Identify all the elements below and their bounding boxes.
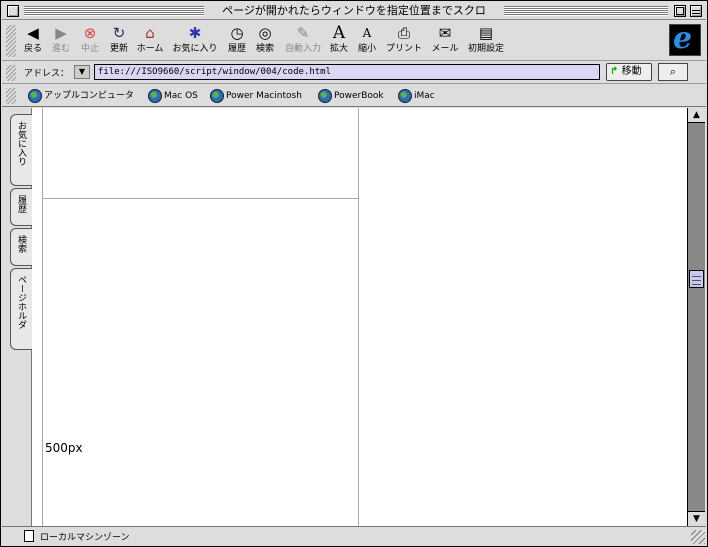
- content-divider: [43, 198, 359, 199]
- security-zone-text: ローカルマシンゾーン: [40, 533, 130, 543]
- text-smaller-icon: A: [362, 26, 372, 40]
- title-stripes-left: [24, 6, 204, 16]
- go-button[interactable]: ↱ 移動: [606, 63, 652, 81]
- favorites-icon: ✱: [188, 24, 202, 42]
- back-button[interactable]: ◀ 戻る: [20, 23, 46, 59]
- side-tab-history[interactable]: 履歴: [10, 188, 32, 226]
- larger-text-button[interactable]: A 拡大: [328, 23, 350, 59]
- globe-icon: [398, 88, 412, 103]
- stop-icon: ⊗: [83, 24, 97, 42]
- window-title: ページが開かれたらウィンドウを指定位置までスクロ: [206, 4, 502, 18]
- pencil-icon: ✎: [296, 24, 310, 42]
- favorite-item-imac[interactable]: iMac: [398, 88, 435, 104]
- go-arrow-icon: ↱: [610, 66, 619, 77]
- preferences-button[interactable]: ▤ 初期設定: [466, 23, 506, 59]
- forward-button[interactable]: ▶ 進む: [48, 23, 74, 59]
- favorites-grip[interactable]: [6, 88, 16, 104]
- browser-window: ページが開かれたらウィンドウを指定位置までスクロ ◀ 戻る ▶ 進む ⊗ 中止 …: [0, 0, 708, 547]
- favorites-button[interactable]: ✱ お気に入り: [170, 23, 220, 59]
- address-grip[interactable]: [6, 65, 16, 81]
- page-content[interactable]: 500px: [32, 108, 687, 526]
- address-dropdown-button[interactable]: ▼: [74, 65, 90, 79]
- home-icon: ⌂: [145, 24, 155, 42]
- favorite-item-powerbook[interactable]: PowerBook: [318, 88, 384, 104]
- favorite-item-macos[interactable]: Mac OS: [148, 88, 198, 104]
- forward-arrow-icon: ▶: [55, 24, 67, 42]
- side-tab-favorites[interactable]: お気に入り: [10, 114, 32, 186]
- arrow-down-icon: ▼: [693, 514, 700, 524]
- local-zone-icon: [24, 530, 34, 542]
- resize-handle[interactable]: [691, 530, 705, 544]
- address-label: アドレス：: [24, 69, 70, 79]
- explorer-side-tabs: お気に入り 履歴 検索 ページホルダ: [2, 108, 32, 526]
- address-input[interactable]: [94, 64, 600, 80]
- globe-icon: [148, 88, 162, 103]
- zoom-box[interactable]: [674, 5, 686, 17]
- stop-button[interactable]: ⊗ 中止: [76, 23, 104, 59]
- vertical-scrollbar[interactable]: ▲ ▼: [687, 108, 705, 526]
- scroll-down-button[interactable]: ▼: [688, 511, 705, 526]
- toolbar: ◀ 戻る ▶ 進む ⊗ 中止 ↻ 更新 ⌂ ホーム ✱ お気に入り ◷ 履歴 ◎: [2, 21, 706, 61]
- mail-button[interactable]: ✉ メール: [430, 23, 460, 59]
- title-bar[interactable]: ページが開かれたらウィンドウを指定位置までスクロ: [2, 2, 706, 20]
- collapse-box[interactable]: [690, 5, 702, 17]
- title-stripes-right: [504, 6, 668, 16]
- magnifier-icon: ◎: [258, 24, 272, 42]
- favorites-bar: アップルコンピュータ Mac OS Power Macintosh PowerB…: [2, 85, 706, 107]
- printer-icon: ⎙: [397, 24, 410, 42]
- side-tab-page-holder[interactable]: ページホルダ: [10, 268, 32, 350]
- print-button[interactable]: ⎙ プリント: [384, 23, 424, 59]
- favorite-item-apple[interactable]: アップルコンピュータ: [28, 88, 134, 104]
- magnifier-icon: ⌕: [669, 65, 677, 78]
- refresh-icon: ↻: [112, 24, 126, 42]
- side-tab-search[interactable]: 検索: [10, 228, 32, 266]
- text-larger-icon: A: [332, 23, 346, 43]
- mail-icon: ✉: [438, 24, 452, 42]
- favorite-item-powermac[interactable]: Power Macintosh: [210, 88, 302, 104]
- close-box[interactable]: [7, 5, 19, 17]
- smaller-text-button[interactable]: A 縮小: [356, 23, 378, 59]
- ie-logo-icon[interactable]: e: [669, 21, 701, 56]
- content-box: 500px: [42, 108, 359, 526]
- address-search-button[interactable]: ⌕: [658, 63, 688, 81]
- chevron-down-icon: ▼: [78, 67, 86, 76]
- address-bar: アドレス： ▼ ↱ 移動 ⌕: [2, 62, 706, 84]
- globe-icon: [318, 88, 332, 103]
- size-label: 500px: [45, 441, 83, 455]
- globe-icon: [28, 88, 42, 103]
- search-button[interactable]: ◎ 検索: [252, 23, 278, 59]
- refresh-button[interactable]: ↻ 更新: [106, 23, 132, 59]
- history-button[interactable]: ◷ 履歴: [224, 23, 250, 59]
- scroll-up-button[interactable]: ▲: [688, 108, 705, 123]
- home-button[interactable]: ⌂ ホーム: [134, 23, 166, 59]
- scroll-thumb[interactable]: [689, 270, 704, 288]
- toolbar-grip[interactable]: [6, 25, 16, 57]
- back-arrow-icon: ◀: [27, 24, 39, 42]
- preferences-icon: ▤: [478, 24, 494, 42]
- clock-icon: ◷: [230, 24, 244, 42]
- autofill-button[interactable]: ✎ 自動入力: [282, 23, 324, 59]
- globe-icon: [210, 88, 224, 103]
- status-bar: ローカルマシンゾーン: [2, 526, 706, 546]
- arrow-up-icon: ▲: [693, 110, 700, 120]
